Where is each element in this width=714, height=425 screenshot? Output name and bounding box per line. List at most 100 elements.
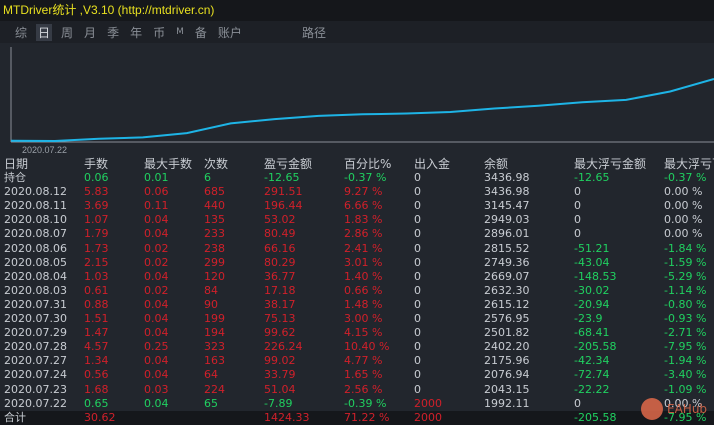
cell-max_dd: -43.04 [574, 255, 610, 269]
column-header: 次数 [204, 157, 229, 171]
cell-max_dd: -20.94 [574, 297, 610, 311]
cell-pct: 3.00 % [344, 312, 383, 326]
cell-max_lots: 0.02 [144, 241, 169, 255]
path-button[interactable]: 路径 [302, 24, 326, 41]
cell-flow: 2000 [414, 410, 442, 424]
cell-pnl: 33.79 [264, 368, 296, 382]
cell-pct: 4.77 % [344, 354, 383, 368]
table-row[interactable]: 2020.08.10 1.07 0.04 135 53.02 1.83 % 0 2949.03… [0, 213, 714, 227]
cell-max_dd_pct: 0.00 % [664, 227, 703, 241]
cell-balance: 2815.52 [484, 241, 530, 255]
tab-5[interactable]: 年 [128, 24, 144, 41]
table-row[interactable]: 2020.07.31 0.88 0.04 90 38.17 1.48 % 0 2615.12 -… [0, 298, 714, 312]
cell-balance: 3436.98 [484, 185, 530, 199]
cell-max_dd: 0 [574, 185, 581, 199]
cell-date: 2020.07.23 [4, 382, 67, 396]
cell-flow: 0 [414, 241, 421, 255]
cell-pnl: 99.02 [264, 354, 296, 368]
cell-max_dd: 0 [574, 227, 581, 241]
cell-max_dd_pct: 0.00 % [664, 199, 703, 213]
watermark: EAHub [667, 402, 708, 416]
cell-lots: 3.69 [84, 199, 109, 213]
tab-1[interactable]: 日 [36, 23, 53, 41]
table-row[interactable]: 2020.07.30 1.51 0.04 199 75.13 3.00 % 0 2576.95… [0, 312, 714, 326]
x-axis-label: 2020.07.22 [22, 145, 67, 155]
cell-max_dd: 0 [574, 199, 581, 213]
cell-pnl: 53.02 [264, 213, 296, 227]
table-row[interactable]: 2020.07.24 0.56 0.04 64 33.79 1.65 % 0 2076.94 -… [0, 368, 714, 382]
cell-max_dd: -23.9 [574, 312, 603, 326]
cell-balance: 3436.98 [484, 171, 530, 185]
cell-lots: 1.03 [84, 269, 109, 283]
tab-6[interactable]: 币 [151, 24, 167, 41]
header-row[interactable]: 日期 手数 最大手数次数 盈亏金额 百分比% 出入金 余额 最大浮亏金额 最大浮亏百 [0, 157, 714, 171]
cell-max_dd_pct: 0.00 % [664, 213, 703, 227]
cell-date: 2020.07.29 [4, 326, 67, 340]
cell-lots: 1.47 [84, 326, 109, 340]
table-row[interactable]: 2020.07.23 1.68 0.03 224 51.04 2.56 % 0 2043.15… [0, 383, 714, 397]
tab-0[interactable]: 综 [13, 24, 29, 41]
total-row[interactable]: 合计 30.62 1424.33 71.22 % 2000 -205.58 -7.95 % [0, 410, 714, 425]
cell-max_dd_pct: -3.40 % [664, 368, 707, 382]
cell-max_dd_pct: -1.09 % [664, 382, 707, 396]
cell-pnl: 17.18 [264, 283, 296, 297]
table-row[interactable]: 2020.07.27 1.34 0.04 163 99.02 4.77 % 0 2175.96… [0, 354, 714, 368]
cell-date: 2020.07.24 [4, 368, 67, 382]
holding-row[interactable]: 持仓 0.06 0.01 6 -12.65 -0.37 % 0 3436.98 -12.65 -0… [0, 171, 714, 185]
table-row[interactable]: 2020.08.06 1.73 0.02 238 66.16 2.41 % 0 2815.52… [0, 242, 714, 256]
cell-max_dd_pct: -7.95 % [664, 340, 707, 354]
cell-balance: 2175.96 [484, 354, 530, 368]
cell-pnl: 99.62 [264, 326, 296, 340]
cell-count: 194 [204, 326, 225, 340]
tab-2[interactable]: 周 [59, 24, 75, 41]
cell-pct: 1.40 % [344, 269, 383, 283]
table-row[interactable]: 2020.08.05 2.15 0.02 299 80.29 3.01 % 0 2749.36… [0, 256, 714, 270]
cell-pnl: 51.04 [264, 382, 296, 396]
table-row[interactable]: 2020.07.29 1.47 0.04 194 99.62 4.15 % 0 2501.82… [0, 326, 714, 340]
cell-balance: 3145.47 [484, 199, 530, 213]
cell-max_lots: 0.02 [144, 255, 169, 269]
tab-8[interactable]: 备 [193, 24, 209, 41]
tab-3[interactable]: 月 [82, 24, 98, 41]
cell-max_dd: -68.41 [574, 326, 610, 340]
cell-lots: 0.61 [84, 283, 109, 297]
table-row[interactable]: 2020.07.22 0.65 0.04 65 -7.89 -0.39 % 2000 1992… [0, 397, 714, 411]
tab-4[interactable]: 季 [105, 24, 121, 41]
cell-flow: 0 [414, 227, 421, 241]
column-header: 最大浮亏金额 [574, 157, 647, 171]
table-row[interactable]: 2020.07.28 4.57 0.25 323 226.24 10.40 % 0 2402.… [0, 340, 714, 354]
cell-lots: 0.06 [84, 171, 109, 185]
cell-pct: 9.27 % [344, 185, 383, 199]
cell-max_lots: 0.04 [144, 213, 169, 227]
cell-count: 238 [204, 241, 225, 255]
table-row[interactable]: 2020.08.11 3.69 0.11 440 196.44 6.66 % 0 3145.4… [0, 199, 714, 213]
cell-flow: 0 [414, 382, 421, 396]
cell-lots: 1.51 [84, 312, 109, 326]
cell-lots: 0.65 [84, 396, 109, 410]
column-header: 手数 [84, 157, 109, 171]
tab-7[interactable]: M [174, 27, 186, 37]
cell-flow: 0 [414, 171, 421, 185]
cell-date: 2020.07.28 [4, 340, 67, 354]
cell-flow: 0 [414, 354, 421, 368]
cell-date: 合计 [4, 410, 26, 424]
cell-pct: 2.86 % [344, 227, 383, 241]
table-row[interactable]: 2020.08.07 1.79 0.04 233 80.49 2.86 % 0 2896.01… [0, 227, 714, 241]
cell-count: 224 [204, 382, 225, 396]
cell-balance: 2576.95 [484, 312, 530, 326]
cell-count: 323 [204, 340, 225, 354]
cell-count: 299 [204, 255, 225, 269]
cell-lots: 1.68 [84, 382, 109, 396]
table-row[interactable]: 2020.08.12 5.83 0.06 685 291.51 9.27 % 0 3436.9… [0, 185, 714, 199]
cell-date: 持仓 [4, 171, 26, 185]
cell-pnl: 66.16 [264, 241, 296, 255]
cell-flow: 0 [414, 283, 421, 297]
cell-pct: 1.65 % [344, 368, 383, 382]
table-row[interactable]: 2020.08.04 1.03 0.04 120 36.77 1.40 % 0 2669.07… [0, 270, 714, 284]
table-row[interactable]: 2020.08.03 0.61 0.02 84 17.18 0.66 % 0 2632.30 -… [0, 284, 714, 298]
cell-pct: 4.15 % [344, 326, 383, 340]
cell-date: 2020.08.07 [4, 227, 67, 241]
cell-count: 233 [204, 227, 225, 241]
tab-9[interactable]: 账户 [216, 24, 244, 41]
cell-max_dd: 0 [574, 213, 581, 227]
